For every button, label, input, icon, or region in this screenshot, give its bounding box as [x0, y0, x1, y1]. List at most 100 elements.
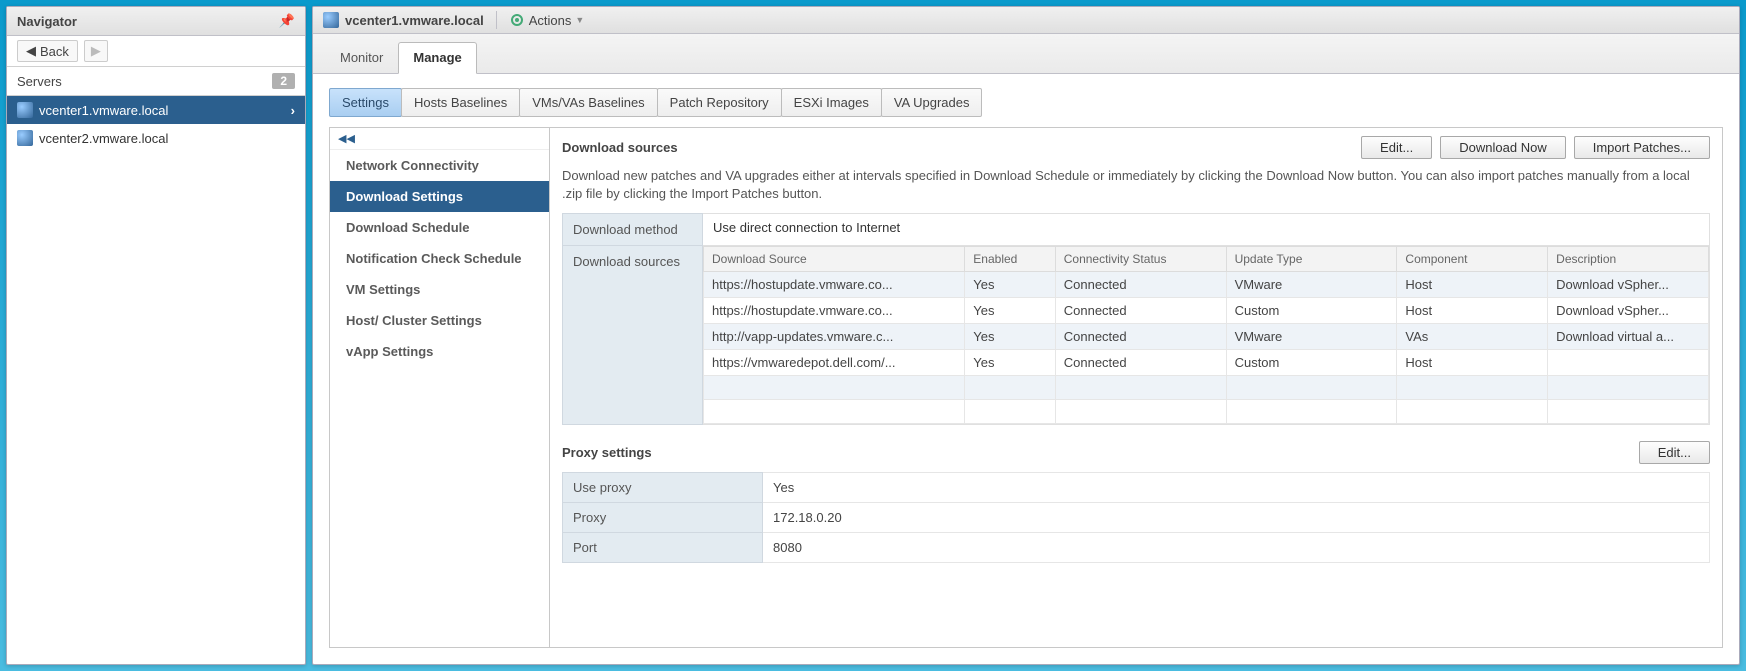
navigator-title: Navigator — [17, 14, 77, 29]
actions-label: Actions — [529, 13, 572, 28]
forward-button[interactable]: ▶ — [84, 40, 108, 62]
server-icon — [323, 12, 339, 28]
download-now-button[interactable]: Download Now — [1440, 136, 1565, 159]
cell-connectivity: Connected — [1055, 324, 1226, 350]
grid-row[interactable]: https://hostupdate.vmware.co... Yes Conn… — [704, 272, 1709, 298]
cell-update-type: Custom — [1226, 350, 1397, 376]
cell-source: https://vmwaredepot.dell.com/... — [704, 350, 965, 376]
download-sources-grid: Download Source Enabled Connectivity Sta… — [703, 246, 1709, 424]
grid-row[interactable]: https://vmwaredepot.dell.com/... Yes Con… — [704, 350, 1709, 376]
cell-connectivity: Connected — [1055, 272, 1226, 298]
col-enabled[interactable]: Enabled — [965, 247, 1055, 272]
chevron-right-icon: › — [291, 103, 295, 118]
cell-enabled: Yes — [965, 272, 1055, 298]
sidebar-item-host-cluster-settings[interactable]: Host/ Cluster Settings — [330, 305, 549, 336]
navigator-panel: Navigator 📌 ◀ Back ▶ Servers 2 vcenter1.… — [6, 6, 306, 665]
navigator-header: Navigator 📌 — [7, 7, 305, 36]
port-label: Port — [563, 533, 763, 563]
download-method-label: Download method — [563, 214, 703, 246]
subtab-settings[interactable]: Settings — [329, 88, 402, 117]
use-proxy-label: Use proxy — [563, 473, 763, 503]
cell-enabled: Yes — [965, 350, 1055, 376]
port-value: 8080 — [763, 533, 1710, 563]
cell-update-type: VMware — [1226, 324, 1397, 350]
sidebar-item-vapp-settings[interactable]: vApp Settings — [330, 336, 549, 367]
sub-tabs: Settings Hosts Baselines VMs/VAs Baselin… — [313, 74, 1739, 127]
server-icon — [17, 130, 33, 146]
download-sources-description: Download new patches and VA upgrades eit… — [562, 167, 1710, 203]
navigator-servers-row[interactable]: Servers 2 — [7, 67, 305, 96]
sidebar-item-vm-settings[interactable]: VM Settings — [330, 274, 549, 305]
tab-manage[interactable]: Manage — [398, 42, 476, 74]
settings-sidebar: ◀◀ Network Connectivity Download Setting… — [329, 127, 549, 648]
download-sources-title: Download sources — [562, 140, 678, 155]
grid-header-row: Download Source Enabled Connectivity Sta… — [704, 247, 1709, 272]
proxy-value: 172.18.0.20 — [763, 503, 1710, 533]
col-update-type[interactable]: Update Type — [1226, 247, 1397, 272]
proxy-table: Use proxy Yes Proxy 172.18.0.20 Port 808… — [562, 472, 1710, 563]
server-icon — [17, 102, 33, 118]
grid-row[interactable]: http://vapp-updates.vmware.c... Yes Conn… — [704, 324, 1709, 350]
cell-component: Host — [1397, 298, 1548, 324]
cell-description: Download virtual a... — [1548, 324, 1709, 350]
subtab-vms-vas-baselines[interactable]: VMs/VAs Baselines — [519, 88, 657, 117]
servers-count-badge: 2 — [272, 73, 295, 89]
navigator-item-label: vcenter2.vmware.local — [39, 131, 168, 146]
subtab-hosts-baselines[interactable]: Hosts Baselines — [401, 88, 520, 117]
cell-connectivity: Connected — [1055, 298, 1226, 324]
grid-row[interactable]: https://hostupdate.vmware.co... Yes Conn… — [704, 298, 1709, 324]
cell-source: https://hostupdate.vmware.co... — [704, 298, 965, 324]
use-proxy-value: Yes — [763, 473, 1710, 503]
servers-label: Servers — [17, 74, 62, 89]
cell-component: Host — [1397, 272, 1548, 298]
back-label: Back — [40, 44, 69, 59]
edit-download-sources-button[interactable]: Edit... — [1361, 136, 1432, 159]
sidebar-item-notification-check-schedule[interactable]: Notification Check Schedule — [330, 243, 549, 274]
context-title-text: vcenter1.vmware.local — [345, 13, 484, 28]
import-patches-button[interactable]: Import Patches... — [1574, 136, 1710, 159]
tab-monitor[interactable]: Monitor — [325, 42, 398, 73]
back-arrow-icon: ◀ — [26, 43, 36, 59]
cell-source: https://hostupdate.vmware.co... — [704, 272, 965, 298]
cell-component: VAs — [1397, 324, 1548, 350]
navigator-item-vcenter2[interactable]: vcenter2.vmware.local — [7, 124, 305, 152]
col-description[interactable]: Description — [1548, 247, 1709, 272]
navigator-list: vcenter1.vmware.local › vcenter2.vmware.… — [7, 96, 305, 664]
cell-enabled: Yes — [965, 298, 1055, 324]
grid-row-empty — [704, 400, 1709, 424]
cell-component: Host — [1397, 350, 1548, 376]
cell-description: Download vSpher... — [1548, 272, 1709, 298]
context-title: vcenter1.vmware.local — [323, 12, 484, 28]
actions-menu[interactable]: Actions ▼ — [509, 12, 585, 28]
sidebar-item-download-schedule[interactable]: Download Schedule — [330, 212, 549, 243]
subtab-va-upgrades[interactable]: VA Upgrades — [881, 88, 983, 117]
chevron-down-icon: ▼ — [575, 15, 584, 25]
subtab-patch-repository[interactable]: Patch Repository — [657, 88, 782, 117]
sidebar-item-download-settings[interactable]: Download Settings — [330, 181, 549, 212]
gear-icon — [509, 12, 525, 28]
cell-source: http://vapp-updates.vmware.c... — [704, 324, 965, 350]
col-download-source[interactable]: Download Source — [704, 247, 965, 272]
proxy-label: Proxy — [563, 503, 763, 533]
cell-update-type: VMware — [1226, 272, 1397, 298]
sidebar-item-network-connectivity[interactable]: Network Connectivity — [330, 150, 549, 181]
cell-update-type: Custom — [1226, 298, 1397, 324]
proxy-settings-title: Proxy settings — [562, 445, 652, 460]
col-component[interactable]: Component — [1397, 247, 1548, 272]
download-method-value: Use direct connection to Internet — [703, 214, 1710, 246]
navigator-item-vcenter1[interactable]: vcenter1.vmware.local › — [7, 96, 305, 124]
navigator-history-row: ◀ Back ▶ — [7, 36, 305, 67]
main-panel: vcenter1.vmware.local Actions ▼ Monitor … — [312, 6, 1740, 665]
cell-description: Download vSpher... — [1548, 298, 1709, 324]
navigator-item-label: vcenter1.vmware.local — [39, 103, 168, 118]
subtab-esxi-images[interactable]: ESXi Images — [781, 88, 882, 117]
cell-enabled: Yes — [965, 324, 1055, 350]
back-button[interactable]: ◀ Back — [17, 40, 78, 62]
edit-proxy-button[interactable]: Edit... — [1639, 441, 1710, 464]
pin-icon[interactable]: 📌 — [279, 13, 295, 29]
sidebar-collapse-icon[interactable]: ◀◀ — [330, 128, 549, 150]
content-area: Download sources Edit... Download Now Im… — [549, 127, 1723, 648]
download-info-table: Download method Use direct connection to… — [562, 213, 1710, 425]
col-connectivity-status[interactable]: Connectivity Status — [1055, 247, 1226, 272]
grid-row-empty — [704, 376, 1709, 400]
